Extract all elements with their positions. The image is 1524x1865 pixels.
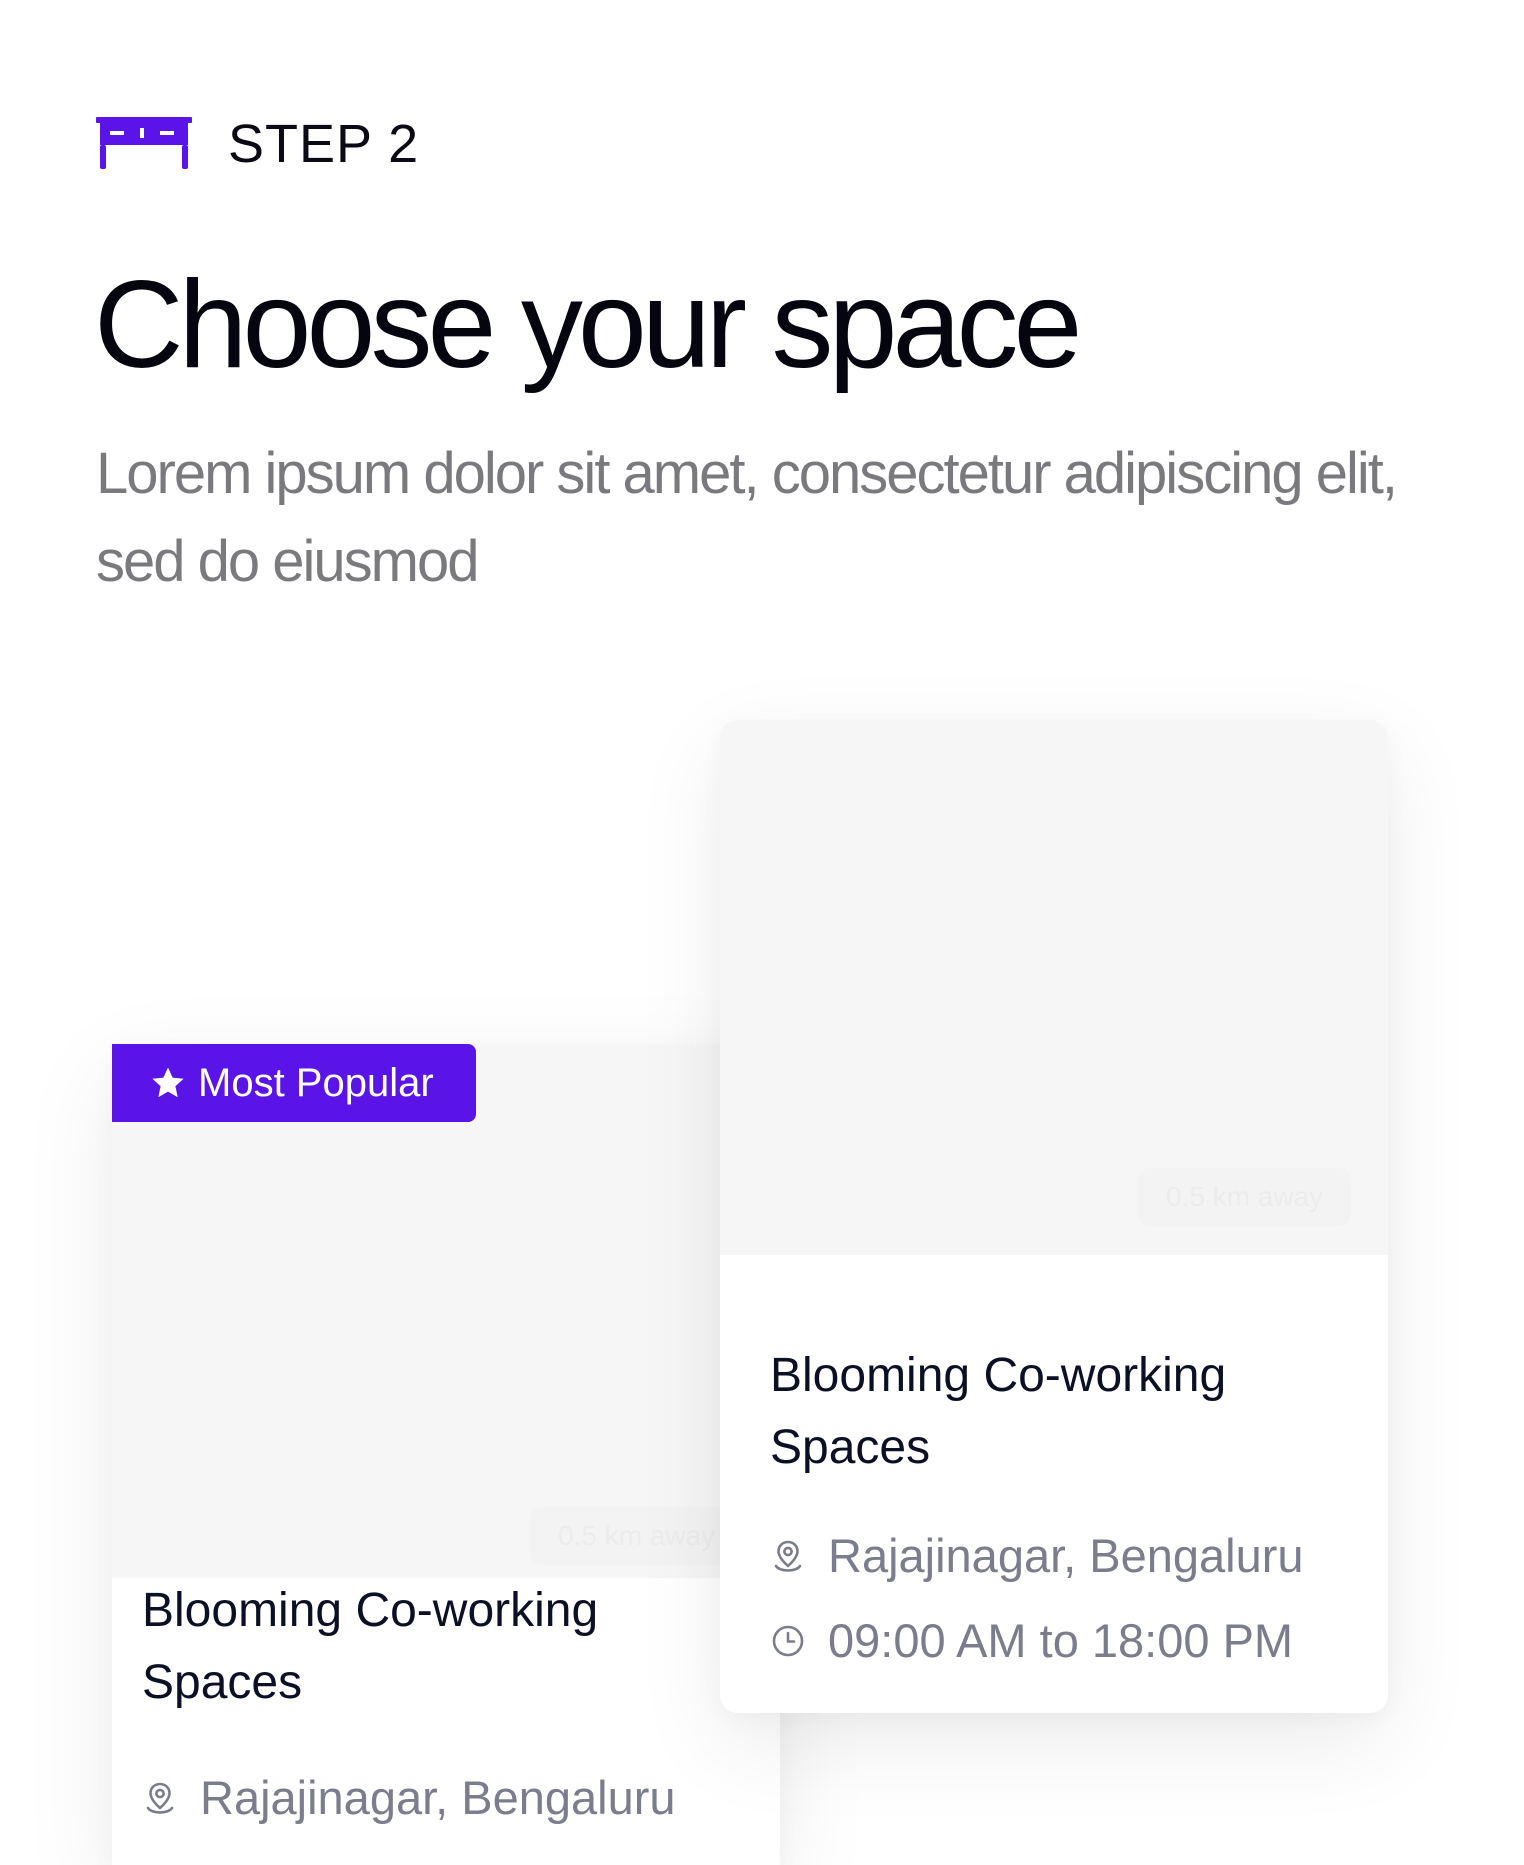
space-image: 0.5 km away	[112, 1045, 780, 1578]
desk-icon	[96, 117, 192, 169]
page-title: Choose your space	[94, 256, 1082, 394]
space-location-text: Rajajinagar, Bengaluru	[200, 1771, 676, 1824]
space-hours: 09:00 AM to 18:00 PM	[770, 1613, 1293, 1668]
space-card-title: Blooming Co-working Spaces	[142, 1584, 599, 1709]
space-location: Rajajinagar, Bengaluru	[770, 1528, 1304, 1583]
most-popular-badge: Most Popular	[112, 1044, 476, 1122]
distance-badge: 0.5 km away	[530, 1507, 744, 1565]
most-popular-label: Most Popular	[198, 1060, 434, 1105]
clock-icon	[772, 1625, 804, 1656]
step-label: STEP 2	[228, 114, 420, 174]
space-hours-text: 09:00 AM to 18:00 PM	[828, 1614, 1294, 1667]
space-card[interactable]: 0.5 km away Blooming Co-working Spaces R…	[720, 720, 1388, 1713]
page-subtitle: Lorem ipsum dolor sit amet, consectetur …	[96, 441, 1398, 594]
space-card[interactable]: 0.5 km away Blooming Co-working Spaces R…	[112, 1045, 780, 1865]
star-icon	[152, 1067, 184, 1098]
step-indicator: STEP 2	[96, 116, 419, 172]
map-pin-icon	[146, 1782, 174, 1814]
space-card-title: Blooming Co-working Spaces	[770, 1349, 1227, 1474]
space-location: Rajajinagar, Bengaluru	[142, 1770, 676, 1825]
map-pin-icon	[774, 1540, 802, 1572]
distance-badge: 0.5 km away	[1138, 1168, 1352, 1226]
space-location-text: Rajajinagar, Bengaluru	[828, 1529, 1304, 1582]
space-image: 0.5 km away	[720, 720, 1388, 1255]
